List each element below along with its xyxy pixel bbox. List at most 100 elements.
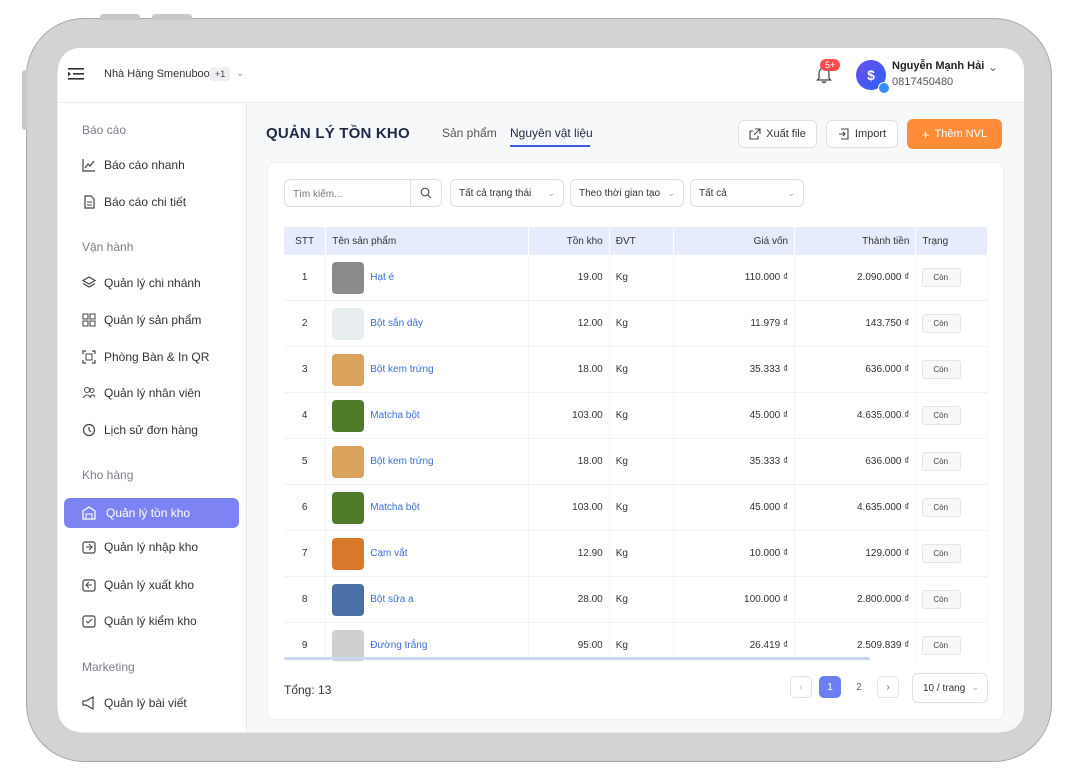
sidebar-item-bao-cao-chi-tiet[interactable]: Báo cáo chi tiết	[82, 192, 186, 212]
search-button[interactable]	[410, 180, 441, 206]
status-dot	[878, 82, 890, 94]
sidebar-item-quan-ly-chi-nhanh[interactable]: Quản lý chi nhánh	[82, 273, 201, 293]
cell-stock: 12.90	[528, 530, 610, 577]
sidebar-item-label: Quản lý xuất kho	[104, 578, 195, 592]
page-size-value: 10 / trang	[923, 682, 966, 694]
chevron-down-icon[interactable]: ⌄	[236, 68, 244, 79]
cell-name: Hạt é	[325, 255, 529, 301]
column-header[interactable]: Tồn kho	[528, 227, 610, 255]
cell-stt: 9	[284, 622, 327, 661]
table-row[interactable]: 2 Bột sắn dây 12.00 Kg 11.979 ₫ 143.750 ₫ Còn	[284, 300, 988, 347]
cell-unit: Kg	[609, 622, 675, 661]
product-name-link[interactable]: Bột kem trứng	[370, 456, 433, 467]
sidebar-item-quan-ly-bai-viet[interactable]: Quản lý bài viết	[82, 693, 187, 713]
product-name-link[interactable]: Matcha bột	[370, 410, 419, 421]
table-row[interactable]: 4 Matcha bột 103.00 Kg 45.000 ₫ 4.635.000 ₫ Cò…	[284, 392, 988, 439]
product-cell: Bột kem trứng	[332, 353, 521, 386]
column-header[interactable]: Tên sản phẩm	[325, 227, 529, 255]
product-name-link[interactable]: Cam vắt	[370, 548, 407, 559]
sidebar-item-phong-ban[interactable]: Phòng Bàn & In QR	[82, 347, 209, 367]
import-button[interactable]: Import	[826, 120, 898, 148]
sidebar-item-bao-cao-nhanh[interactable]: Báo cáo nhanh	[82, 155, 185, 175]
cell-total: 636.000 ₫	[794, 346, 917, 393]
cell-cost: 10.000 ₫	[673, 530, 796, 577]
export-icon	[749, 128, 761, 140]
product-cell: Bột sữa a	[332, 583, 521, 616]
search-input[interactable]	[285, 180, 423, 208]
all-filter-select[interactable]: Tất cả ⌄	[690, 179, 804, 207]
product-name-link[interactable]: Bột sắn dây	[370, 318, 423, 329]
layers-icon	[82, 276, 96, 288]
time-filter-value: Theo thời gian tạo	[579, 187, 661, 199]
column-header[interactable]: Trạng	[915, 227, 988, 255]
menu-icon[interactable]	[68, 67, 84, 81]
product-name-link[interactable]: Đường trắng	[370, 640, 427, 651]
add-material-button[interactable]: + Thêm NVL	[907, 119, 1002, 149]
cell-stock: 18.00	[528, 346, 610, 393]
product-name-link[interactable]: Matcha bột	[370, 502, 419, 513]
store-name[interactable]: Nhà Hàng Smenubook	[104, 68, 215, 80]
table-row[interactable]: 1 Hạt é 19.00 Kg 110.000 ₫ 2.090.000 ₫ Còn	[284, 255, 988, 301]
sidebar-section-title: Vận hành	[82, 240, 134, 254]
cell-status: Còn	[915, 346, 988, 393]
sidebar-item-quan-ly-san-pham[interactable]: Quản lý sản phẩm	[82, 310, 201, 330]
product-thumbnail	[332, 307, 365, 340]
chevron-down-icon[interactable]: ⌄	[988, 60, 998, 74]
megaphone-icon	[82, 696, 94, 710]
cell-status: Còn	[915, 255, 988, 301]
notification-badge: 5+	[820, 59, 841, 71]
cell-stt: 1	[284, 255, 327, 301]
column-header[interactable]: Giá vốn	[673, 227, 796, 255]
cell-total: 636.000 ₫	[794, 438, 917, 485]
all-filter-value: Tất cả	[699, 187, 727, 199]
sidebar-item-lich-su-don-hang[interactable]: Lịch sử đơn hàng	[82, 420, 198, 440]
table-row[interactable]: 9 Đường trắng 95.00 Kg 26.419 ₫ 2.509.839 ₫ Cò…	[284, 622, 988, 661]
cell-stt: 6	[284, 484, 327, 531]
sidebar-item-quan-ly-xuat-kho[interactable]: Quản lý xuất kho	[82, 575, 194, 595]
sidebar-item-label: Quản lý bài viết	[104, 696, 187, 710]
table-row[interactable]: 7 Cam vắt 12.90 Kg 10.000 ₫ 129.000 ₫ Còn	[284, 530, 988, 577]
cell-name: Bột kem trứng	[325, 438, 529, 485]
cell-stt: 8	[284, 576, 327, 623]
sidebar-item-label: Quản lý tồn kho	[106, 506, 191, 520]
export-label: Xuất file	[766, 128, 806, 140]
page-size-select[interactable]: 10 / trang ⌄	[912, 673, 988, 703]
product-cell: Hạt é	[332, 261, 521, 294]
horizontal-scrollbar[interactable]	[284, 657, 870, 660]
product-name-link[interactable]: Hạt é	[370, 272, 394, 283]
table-row[interactable]: 8 Bột sữa a 28.00 Kg 100.000 ₫ 2.800.000 ₫ Còn	[284, 576, 988, 623]
export-button[interactable]: Xuất file	[738, 120, 817, 148]
column-header[interactable]: STT	[284, 227, 327, 255]
tab-san-pham[interactable]: Sản phẩm	[442, 126, 497, 140]
product-name-link[interactable]: Bột sữa a	[370, 594, 413, 605]
table-row[interactable]: 3 Bột kem trứng 18.00 Kg 35.333 ₫ 636.000 ₫ Cò…	[284, 346, 988, 393]
sidebar-item-quan-ly-nhap-kho[interactable]: Quản lý nhập kho	[82, 537, 198, 557]
user-name[interactable]: Nguyễn Mạnh Hải	[892, 60, 984, 72]
prev-page-button[interactable]: ‹	[790, 676, 812, 698]
sidebar-item-quan-ly-nhan-vien[interactable]: Quản lý nhân viên	[82, 383, 201, 403]
time-filter-select[interactable]: Theo thời gian tạo ⌄	[570, 179, 684, 207]
status-filter-select[interactable]: Tất cả trạng thái ⌄	[450, 179, 564, 207]
sidebar-item-label: Quản lý nhập kho	[104, 540, 199, 554]
cell-stock: 103.00	[528, 392, 610, 439]
cell-total: 4.635.000 ₫	[794, 484, 917, 531]
status-badge: Còn	[922, 452, 962, 471]
sidebar-item-quan-ly-ton-kho[interactable]: Quản lý tồn kho	[64, 498, 239, 528]
cell-cost: 45.000 ₫	[673, 392, 796, 439]
next-page-button[interactable]: ›	[877, 676, 899, 698]
sidebar-item-label: Quản lý chi nhánh	[104, 276, 201, 290]
column-header[interactable]: ĐVT	[609, 227, 675, 255]
product-name-link[interactable]: Bột kem trứng	[370, 364, 433, 375]
tab-nguyen-vat-lieu[interactable]: Nguyên vật liệu	[510, 126, 593, 140]
cell-cost: 100.000 ₫	[673, 576, 796, 623]
import-label: Import	[854, 128, 887, 140]
table-row[interactable]: 6 Matcha bột 103.00 Kg 45.000 ₫ 4.635.000 ₫ Cò…	[284, 484, 988, 531]
page-button-1[interactable]: 1	[819, 676, 841, 698]
user-phone: 0817450480	[892, 76, 954, 88]
app-screen: Nhà Hàng Smenubook +1 ⌄ 5+ $ Nguyễn Mạnh…	[58, 48, 1024, 732]
page-button-2[interactable]: 2	[848, 676, 870, 698]
sidebar-item-quan-ly-kiem-kho[interactable]: Quản lý kiểm kho	[82, 611, 197, 631]
column-header[interactable]: Thành tiền	[794, 227, 917, 255]
sidebar-item-label: Phòng Bàn & In QR	[104, 350, 210, 364]
table-row[interactable]: 5 Bột kem trứng 18.00 Kg 35.333 ₫ 636.000 ₫ Cò…	[284, 438, 988, 485]
